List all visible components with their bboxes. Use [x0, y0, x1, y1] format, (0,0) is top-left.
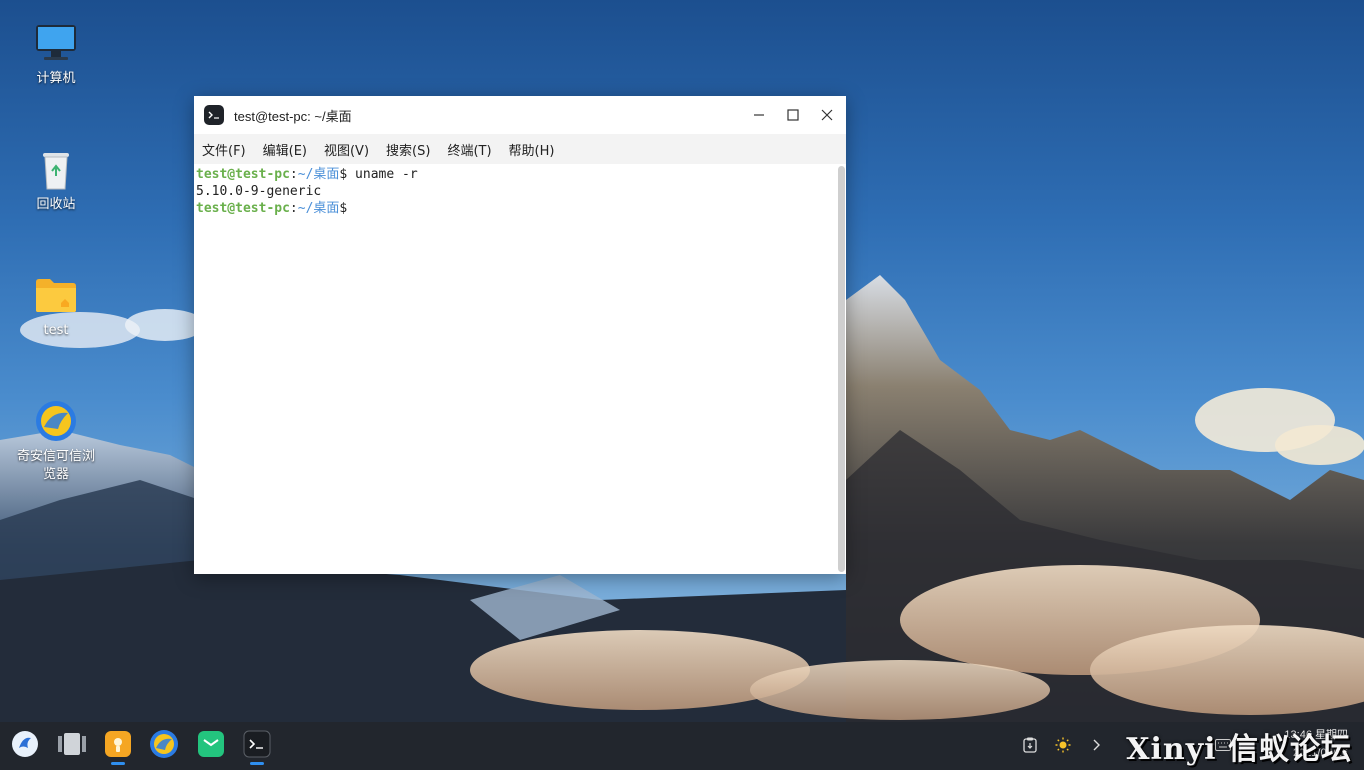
trash-icon	[33, 146, 79, 192]
brightness-tray-button[interactable]	[1054, 736, 1072, 754]
desktop-icon-label: 回收站	[36, 197, 76, 212]
terminal-icon	[243, 730, 271, 758]
active-indicator	[250, 762, 264, 765]
clipboard-icon	[1023, 737, 1037, 753]
desktop-icon-browser[interactable]: 奇安信可信浏览器	[6, 398, 106, 484]
active-indicator	[111, 762, 125, 765]
tray-expand-button[interactable]	[1087, 736, 1105, 754]
menu-file[interactable]: 文件(F)	[202, 140, 246, 159]
terminal-taskbar-button[interactable]	[242, 729, 272, 765]
watermark-text: Xinyi 信蚁论坛	[1126, 732, 1352, 767]
prompt-separator: :	[289, 167, 298, 182]
app-store-button[interactable]	[103, 729, 133, 765]
terminal-output-area[interactable]: test@test-pc:~/桌面$ uname -r 5.10.0-9-gen…	[194, 164, 837, 574]
menu-edit[interactable]: 编辑(E)	[263, 140, 307, 159]
desktop-icon-computer[interactable]: 计算机	[6, 20, 106, 88]
minimize-button[interactable]	[742, 96, 776, 134]
chevron-right-icon	[1093, 739, 1100, 751]
command-output: 5.10.0-9-generic	[196, 184, 322, 199]
terminal-window[interactable]: test@test-pc: ~/桌面 文件(F) 编辑(E) 视图(V) 搜索(…	[194, 96, 846, 574]
desktop-icon-label: 奇安信可信浏览器	[16, 449, 95, 482]
desktop-icon-label: test	[43, 323, 69, 338]
terminal-line: test@test-pc:~/桌面$ uname -r	[196, 166, 835, 183]
terminal-scrollbar[interactable]	[838, 166, 845, 572]
close-button[interactable]	[810, 96, 844, 134]
prompt-dollar: $	[339, 201, 348, 216]
desktop-icon-label: 计算机	[36, 71, 76, 86]
browser-button[interactable]	[149, 729, 179, 759]
prompt-path: ~/桌面	[297, 167, 340, 182]
prompt-user: test@test-pc	[196, 167, 290, 182]
menu-help[interactable]: 帮助(H)	[509, 140, 555, 159]
prompt-user: test@test-pc	[196, 201, 290, 216]
prompt-separator: :	[289, 201, 298, 216]
maximize-icon	[787, 109, 799, 121]
prompt-path: ~/桌面	[297, 201, 340, 216]
desktop-icon-test-folder[interactable]: test	[6, 272, 106, 340]
close-icon	[821, 109, 833, 121]
multitask-view-icon	[58, 733, 86, 755]
mail-icon	[198, 731, 224, 757]
minimize-icon	[754, 114, 764, 116]
menu-search[interactable]: 搜索(S)	[386, 140, 430, 159]
terminal-line: test@test-pc:~/桌面$	[196, 200, 835, 217]
multitask-view-button[interactable]	[57, 729, 87, 759]
window-titlebar[interactable]: test@test-pc: ~/桌面	[194, 96, 846, 134]
app-store-icon	[105, 731, 131, 757]
launcher-icon	[12, 731, 38, 757]
taskbar: 13:46 星期四 2021/04/26 Xinyi 信蚁论坛	[0, 722, 1364, 770]
sun-icon	[1055, 737, 1071, 753]
browser-icon	[150, 730, 178, 758]
menu-bar: 文件(F) 编辑(E) 视图(V) 搜索(S) 终端(T) 帮助(H)	[194, 134, 846, 164]
folder-icon	[33, 272, 79, 318]
menu-view[interactable]: 视图(V)	[324, 140, 369, 159]
browser-icon	[33, 398, 79, 444]
window-title: test@test-pc: ~/桌面	[234, 108, 352, 124]
clipboard-tray-button[interactable]	[1021, 736, 1039, 754]
maximize-button[interactable]	[776, 96, 810, 134]
command-text: uname -r	[347, 167, 418, 182]
menu-terminal[interactable]: 终端(T)	[447, 140, 491, 159]
launcher-button[interactable]	[10, 729, 40, 759]
terminal-app-icon	[204, 105, 224, 125]
desktop-icon-trash[interactable]: 回收站	[6, 146, 106, 214]
mail-button[interactable]	[196, 729, 226, 759]
computer-icon	[33, 20, 79, 66]
